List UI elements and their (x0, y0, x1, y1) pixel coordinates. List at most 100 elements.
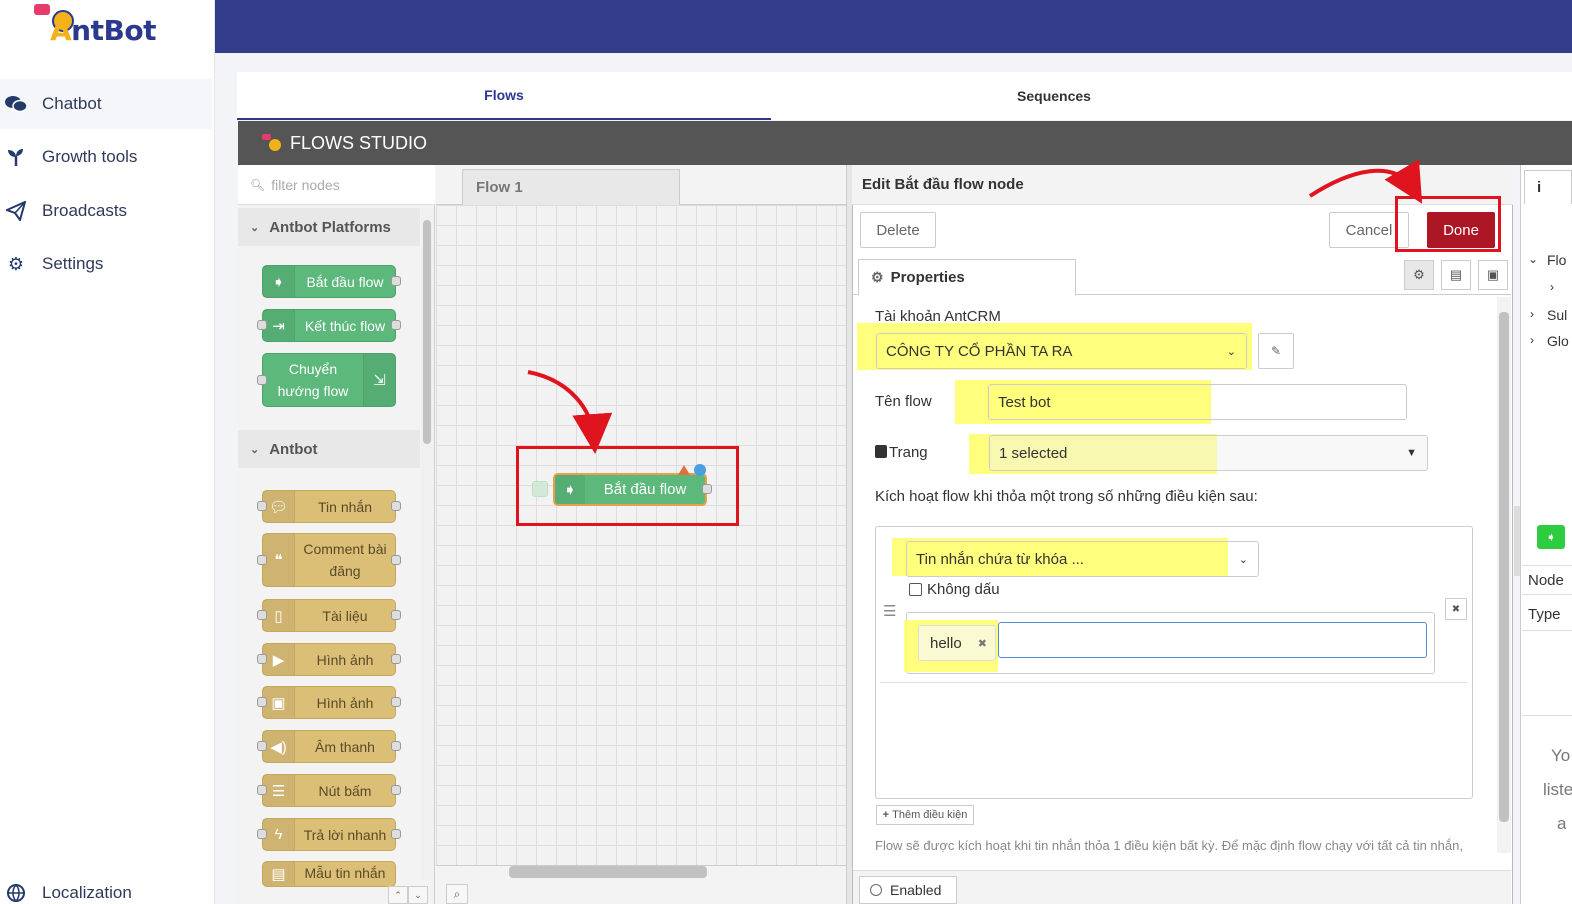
keyword-tag[interactable]: hello ✖ (918, 625, 996, 661)
palette-node-quick-reply[interactable]: ϟ Trả lời nhanh (262, 818, 396, 851)
tab-flows[interactable]: Flows (237, 72, 771, 120)
search-icon: 🔍︎ (250, 177, 266, 192)
sidebar-item-growth-tools[interactable]: Growth tools (0, 132, 212, 182)
collapse-down-button[interactable]: ⌄ (408, 886, 428, 904)
template-icon: ▤ (263, 862, 295, 886)
tree-item-subflows[interactable]: Sul (1547, 307, 1567, 323)
output-port[interactable] (391, 320, 401, 330)
output-port[interactable] (391, 654, 401, 664)
palette-node-image[interactable]: ▣ Hình ảnh (262, 686, 396, 719)
enabled-toggle[interactable]: Enabled (859, 876, 957, 904)
palette-node-message-template[interactable]: ▤ Mẫu tin nhắn (262, 861, 396, 887)
sidebar-item-localization[interactable]: Localization (0, 868, 212, 904)
output-port[interactable] (391, 785, 401, 795)
output-port[interactable] (391, 555, 401, 565)
editor-scrollbar[interactable] (1497, 297, 1511, 853)
drag-handle-icon[interactable]: ☰ (883, 602, 896, 620)
palette-node-message[interactable]: 💬︎ Tin nhắn (262, 490, 396, 523)
settings-icon-button[interactable]: ⚙ (1404, 260, 1434, 290)
palette-node-button[interactable]: ☰ Nút bấm (262, 774, 396, 807)
output-port[interactable] (391, 741, 401, 751)
tab-sequences[interactable]: Sequences (771, 72, 1337, 120)
flow-name-input[interactable]: Test bot (988, 384, 1407, 420)
top-bar (215, 0, 1572, 53)
workspace-horizontal-scrollbar[interactable] (509, 866, 707, 878)
palette-category-antbot[interactable]: ⌄ Antbot (238, 430, 420, 468)
palette-node-document[interactable]: ▯ Tài liệu (262, 599, 396, 632)
palette-node-audio[interactable]: ◀) Âm thanh (262, 730, 396, 763)
node-label: Tin nhắn (318, 498, 372, 515)
logo[interactable]: AntBot (50, 14, 156, 47)
sidebar-splitter[interactable] (1514, 506, 1520, 576)
plus-icon: + (882, 809, 890, 821)
sidebar-item-settings[interactable]: ⚙ Settings (0, 239, 212, 289)
chevron-right-icon[interactable]: › (1530, 307, 1534, 321)
input-port[interactable] (257, 320, 267, 330)
input-port[interactable] (257, 785, 267, 795)
palette-category-antbot-platforms[interactable]: ⌄ Antbot Platforms (238, 208, 420, 246)
sidebar-item-chatbot[interactable]: Chatbot (0, 79, 212, 129)
sidebar-item-broadcasts[interactable]: Broadcasts (0, 186, 212, 236)
remove-condition-button[interactable]: ✖ (1445, 598, 1467, 620)
output-port[interactable] (391, 501, 401, 511)
input-port[interactable] (257, 697, 267, 707)
divider (1522, 630, 1572, 631)
output-port[interactable] (391, 829, 401, 839)
appearance-icon-button[interactable]: ▣ (1478, 260, 1508, 290)
scrollbar-thumb[interactable] (423, 220, 431, 444)
account-select[interactable]: CÔNG TY CỔ PHẦN TA RA ⌄ (876, 333, 1247, 369)
collapse-up-button[interactable]: ⌃ (388, 886, 408, 904)
input-port[interactable] (257, 654, 267, 664)
chevron-down-icon[interactable]: ⌄ (1528, 252, 1538, 266)
flow-name-value: Test bot (998, 393, 1051, 411)
output-port[interactable] (391, 610, 401, 620)
chevron-right-icon[interactable]: › (1550, 280, 1554, 294)
description-icon-button[interactable]: ▤ (1441, 260, 1471, 290)
edit-account-button[interactable]: ✎ (1258, 333, 1294, 369)
info-tab[interactable]: i (1524, 170, 1572, 204)
palette-node-end-flow[interactable]: ⇥ Kết thúc flow (262, 309, 396, 342)
palette-node-start-flow[interactable]: ➧ Bắt đầu flow (262, 265, 396, 298)
info-icon: i (1537, 179, 1542, 196)
chevron-right-icon[interactable]: › (1530, 333, 1534, 347)
input-port[interactable] (257, 501, 267, 511)
delete-button[interactable]: Delete (860, 212, 936, 248)
input-port[interactable] (257, 829, 267, 839)
no-accent-checkbox[interactable] (909, 583, 922, 596)
tree-item-global[interactable]: Glo (1547, 333, 1569, 349)
add-condition-label: Thêm điều kiện (892, 809, 968, 821)
palette-node-redirect-flow[interactable]: ⇲ Chuyển hướng flow (262, 353, 396, 407)
scrollbar-thumb[interactable] (1499, 312, 1509, 822)
keyword-input[interactable] (998, 622, 1427, 658)
user-icon (875, 445, 887, 458)
exit-icon: ⇥ (263, 310, 295, 341)
input-port[interactable] (257, 375, 267, 385)
no-accent-option[interactable]: Không dấu (909, 581, 1000, 598)
tab-properties[interactable]: ⚙ Properties (858, 259, 1076, 296)
close-icon[interactable]: ✖ (978, 637, 987, 650)
output-port[interactable] (391, 697, 401, 707)
palette-scrollbar[interactable] (421, 208, 433, 880)
filter-nodes-input[interactable]: 🔍︎ filter nodes (238, 165, 435, 205)
palette-node-video[interactable]: ▶ Hình ảnh (262, 643, 396, 676)
input-port[interactable] (257, 741, 267, 751)
logo-bubble-icon (34, 4, 50, 15)
gear-icon: ⚙ (871, 269, 884, 285)
input-port[interactable] (257, 555, 267, 565)
palette-node-comment[interactable]: ❝ Comment bài đăng (262, 533, 396, 587)
studio-title: FLOWS STUDIO (290, 132, 428, 153)
gear-icon: ⚙ (1413, 267, 1425, 282)
input-port[interactable] (257, 610, 267, 620)
flow-name-label: Tên flow (875, 393, 932, 410)
search-icon[interactable]: ⌕ (446, 884, 468, 904)
tab-flow-1[interactable]: Flow 1 (462, 169, 680, 205)
tree-item-flows[interactable]: Flo (1547, 252, 1566, 268)
page-select[interactable]: 1 selected ▼ (989, 435, 1428, 471)
help-text: Flow sẽ được kích hoạt khi tin nhắn thỏa… (875, 838, 1463, 853)
add-condition-button[interactable]: + Thêm điều kiện (876, 805, 974, 825)
condition-type-select[interactable]: Tin nhắn chứa từ khóa ... ⌄ (906, 541, 1259, 577)
output-port[interactable] (391, 276, 401, 286)
flow-workspace[interactable] (436, 205, 846, 865)
studio-logo-icon (262, 134, 284, 152)
info-row-type: Type (1528, 606, 1561, 623)
